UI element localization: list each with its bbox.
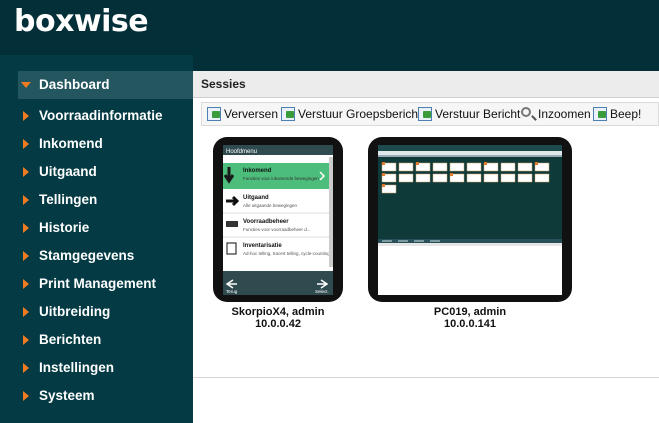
magnifier-icon <box>521 107 531 117</box>
chevron-right-icon <box>23 279 29 289</box>
sidebar-item-tellingen[interactable]: Tellingen <box>18 186 193 214</box>
sidebar-item-label: Voorraadinformatie <box>39 108 163 123</box>
beep-icon <box>593 107 607 121</box>
boxwise-logo[interactable]: boxwise <box>14 4 149 39</box>
sidebar-item-uitgaand[interactable]: Uitgaand <box>18 158 193 186</box>
sidebar-item-historie[interactable]: Historie <box>18 214 193 242</box>
chevron-right-icon <box>23 307 29 317</box>
device-screen: Hoofdmenu Inkomend Functies voor inkomen… <box>223 145 333 295</box>
sidebar-item-inkomend[interactable]: Inkomend <box>18 130 193 158</box>
session-name: PC019, admin <box>433 306 507 318</box>
handheld-screen-image: Hoofdmenu Inkomend Functies voor inkomen… <box>223 145 333 295</box>
panel-title: Sessies <box>201 77 246 91</box>
sidebar-item-voorraadinformatie[interactable]: Voorraadinformatie <box>18 102 193 130</box>
sidebar-item-uitbreiding[interactable]: Uitbreiding <box>18 298 193 326</box>
chevron-right-icon <box>23 195 29 205</box>
send-message-label: Verstuur Bericht <box>435 107 521 121</box>
session-name: SkorpioX4, admin <box>231 306 325 318</box>
send-message-icon <box>281 107 295 121</box>
chevron-right-icon <box>23 363 29 373</box>
send-message-icon <box>418 107 432 121</box>
session-ip: 10.0.0.42 <box>255 318 301 330</box>
send-group-label: Verstuur Groepsbericht <box>298 107 422 121</box>
device-screen <box>378 145 562 295</box>
refresh-icon <box>207 107 221 121</box>
chevron-right-icon <box>23 223 29 233</box>
sidebar-item-label: Tellingen <box>39 192 98 207</box>
chevron-right-icon <box>23 111 29 121</box>
chevron-right-icon <box>23 251 29 261</box>
sidebar-item-label: Dashboard <box>39 77 110 92</box>
sessions-panel: Sessies Verversen Verstuur Groepsbericht… <box>193 71 659 423</box>
sidebar-item-instellingen[interactable]: Instellingen <box>18 354 193 382</box>
sidebar-item-label: Uitgaand <box>39 164 97 179</box>
sidebar-item-berichten[interactable]: Berichten <box>18 326 193 354</box>
chevron-right-icon <box>23 335 29 345</box>
chevron-right-icon <box>23 391 29 401</box>
sidebar-item-label: Inkomend <box>39 136 103 151</box>
menu-item-desc: Functies voor voorraadbeheer d... <box>243 227 311 232</box>
sidebar-item-stamgegevens[interactable]: Stamgegevens <box>18 242 193 270</box>
refresh-label: Verversen <box>224 107 279 121</box>
device-thumbnail[interactable] <box>368 137 572 302</box>
chevron-right-icon <box>23 139 29 149</box>
sidebar-item-print-management[interactable]: Print Management <box>18 270 193 298</box>
empty-panel <box>193 378 659 423</box>
handheld-footer-left: Terug <box>226 289 238 294</box>
handheld-footer-right: Select. <box>315 289 329 294</box>
sidebar: Dashboard Voorraadinformatie Inkomend Ui… <box>0 55 193 423</box>
menu-item-desc: Functies voor inkomende bewegingen <box>243 176 319 181</box>
chevron-down-icon <box>21 82 31 88</box>
handheld-header: Hoofdmenu <box>226 149 257 155</box>
menu-item-title: Inkomend <box>243 168 272 174</box>
pc-screen-image <box>378 145 562 295</box>
sidebar-item-label: Print Management <box>39 276 157 291</box>
sidebar-item-label: Uitbreiding <box>39 304 111 319</box>
panel-header: Sessies <box>193 71 659 98</box>
sidebar-item-label: Systeem <box>39 388 95 403</box>
menu-item-title: Inventarisatie <box>243 243 282 249</box>
top-bar: boxwise <box>0 0 659 55</box>
toolbar: Verversen Verstuur Groepsbericht Verstuu… <box>201 102 659 126</box>
sidebar-item-systeem[interactable]: Systeem <box>18 382 193 410</box>
zoom-label: Inzoomen <box>538 107 591 121</box>
menu-item-title: Uitgaand <box>243 195 269 201</box>
device-thumbnail[interactable]: Hoofdmenu Inkomend Functies voor inkomen… <box>213 137 343 302</box>
beep-label: Beep! <box>610 107 642 121</box>
sidebar-item-label: Stamgegevens <box>39 248 135 263</box>
sidebar-item-dashboard[interactable]: Dashboard <box>18 71 193 99</box>
menu-item-desc: Alle uitgaande bewegingen <box>243 203 298 208</box>
sidebar-item-label: Instellingen <box>39 360 115 375</box>
sidebar-item-label: Historie <box>39 220 90 235</box>
menu-item-title: Voorraadbeheer <box>243 219 289 225</box>
menu-item-desc: Ad-hoc telling, tracert telling, cycle-c… <box>243 251 330 256</box>
chevron-right-icon <box>23 167 29 177</box>
session-ip: 10.0.0.141 <box>444 318 496 330</box>
sidebar-item-label: Berichten <box>39 332 102 347</box>
